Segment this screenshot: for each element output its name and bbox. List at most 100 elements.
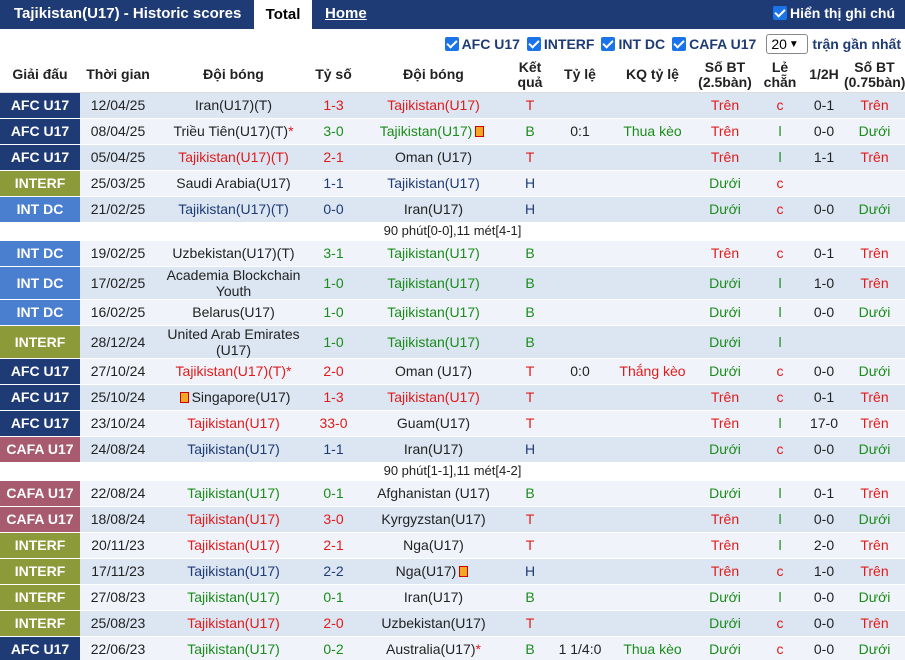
- match-score[interactable]: 1-0: [311, 325, 356, 359]
- table-row[interactable]: AFC U17 25/10/24 Singapore(U17) 1-3 Tajikist…: [0, 384, 905, 411]
- home-team[interactable]: Iran(U17)(T): [156, 92, 311, 119]
- league-badge[interactable]: INTERF: [0, 325, 80, 359]
- league-badge[interactable]: INT DC: [0, 240, 80, 267]
- home-team[interactable]: Tajikistan(U17): [156, 436, 311, 463]
- table-row[interactable]: AFC U17 23/10/24 Tajikistan(U17) 33-0 Guam(U…: [0, 410, 905, 437]
- away-team[interactable]: Iran(U17): [356, 196, 511, 223]
- league-badge[interactable]: AFC U17: [0, 144, 80, 171]
- table-row[interactable]: AFC U17 22/06/23 Tajikistan(U17) 0-2 Austral…: [0, 636, 905, 660]
- match-score[interactable]: 2-0: [311, 358, 356, 385]
- away-team[interactable]: Australia(U17)*: [356, 636, 511, 660]
- league-badge[interactable]: INTERF: [0, 610, 80, 637]
- home-team[interactable]: Tajikistan(U17)(T): [156, 196, 311, 223]
- match-score[interactable]: 1-0: [311, 299, 356, 326]
- home-team[interactable]: Tajikistan(U17)(T)*: [156, 358, 311, 385]
- away-team[interactable]: Afghanistan (U17): [356, 480, 511, 507]
- table-row[interactable]: CAFA U17 24/08/24 Tajikistan(U17) 1-1 Iran(U…: [0, 436, 905, 463]
- league-badge[interactable]: CAFA U17: [0, 506, 80, 533]
- table-row[interactable]: AFC U17 27/10/24 Tajikistan(U17)(T)* 2-0 Oma…: [0, 358, 905, 385]
- table-row[interactable]: INT DC 21/02/25 Tajikistan(U17)(T) 0-0 Iran(…: [0, 196, 905, 223]
- league-badge[interactable]: AFC U17: [0, 92, 80, 119]
- checkbox-icon[interactable]: [672, 37, 687, 51]
- table-row[interactable]: AFC U17 12/04/25 Iran(U17)(T) 1-3 Tajikistan…: [0, 92, 905, 119]
- match-score[interactable]: 3-0: [311, 118, 356, 145]
- home-team[interactable]: Tajikistan(U17): [156, 584, 311, 611]
- away-team[interactable]: Iran(U17): [356, 436, 511, 463]
- away-team[interactable]: Oman (U17): [356, 358, 511, 385]
- away-team[interactable]: Oman (U17): [356, 144, 511, 171]
- tab-total[interactable]: Total: [254, 0, 312, 29]
- away-team[interactable]: Nga(U17): [356, 532, 511, 559]
- match-score[interactable]: 33-0: [311, 410, 356, 437]
- match-score[interactable]: 1-1: [311, 436, 356, 463]
- match-score[interactable]: 2-0: [311, 610, 356, 637]
- away-team[interactable]: Tajikistan(U17): [356, 325, 511, 359]
- home-team[interactable]: Tajikistan(U17): [156, 506, 311, 533]
- table-row[interactable]: AFC U17 05/04/25 Tajikistan(U17)(T) 2-1 Oman…: [0, 144, 905, 171]
- home-team[interactable]: United Arab Emirates (U17): [156, 325, 311, 359]
- match-score[interactable]: 0-1: [311, 584, 356, 611]
- away-team[interactable]: Kyrgyzstan(U17): [356, 506, 511, 533]
- league-badge[interactable]: AFC U17: [0, 384, 80, 411]
- away-team[interactable]: Tajikistan(U17): [356, 266, 511, 300]
- checkbox-icon[interactable]: [526, 37, 541, 51]
- league-badge[interactable]: INT DC: [0, 266, 80, 300]
- home-team[interactable]: Belarus(U17): [156, 299, 311, 326]
- match-score[interactable]: 2-2: [311, 558, 356, 585]
- checkbox-icon[interactable]: [444, 37, 459, 51]
- home-team[interactable]: Saudi Arabia(U17): [156, 170, 311, 197]
- league-badge[interactable]: INTERF: [0, 584, 80, 611]
- home-team[interactable]: Uzbekistan(U17)(T): [156, 240, 311, 267]
- league-badge[interactable]: INTERF: [0, 558, 80, 585]
- show-notes-toggle[interactable]: Hiển thị ghi chú: [773, 5, 895, 21]
- home-team[interactable]: Tajikistan(U17): [156, 480, 311, 507]
- match-score[interactable]: 1-3: [311, 92, 356, 119]
- match-score[interactable]: 0-0: [311, 196, 356, 223]
- away-team[interactable]: Tajikistan(U17): [356, 240, 511, 267]
- filter-cafa[interactable]: CAFA U17: [672, 36, 756, 52]
- match-count-select[interactable]: 20 ▼: [766, 34, 809, 54]
- league-badge[interactable]: INTERF: [0, 170, 80, 197]
- table-row[interactable]: INT DC 17/02/25 Academia Blockchain Youth 1…: [0, 266, 905, 300]
- league-badge[interactable]: INTERF: [0, 532, 80, 559]
- table-row[interactable]: INTERF 25/08/23 Tajikistan(U17) 2-0 Uzbekist…: [0, 610, 905, 637]
- checkbox-icon[interactable]: [773, 6, 787, 20]
- home-team[interactable]: Tajikistan(U17): [156, 410, 311, 437]
- home-team[interactable]: Singapore(U17): [156, 384, 311, 411]
- table-row[interactable]: INTERF 20/11/23 Tajikistan(U17) 2-1 Nga(U17)…: [0, 532, 905, 559]
- filter-intdc[interactable]: INT DC: [601, 36, 665, 52]
- away-team[interactable]: Tajikistan(U17): [356, 170, 511, 197]
- table-row[interactable]: INTERF 25/03/25 Saudi Arabia(U17) 1-1 Tajiki…: [0, 170, 905, 197]
- table-row[interactable]: INT DC 19/02/25 Uzbekistan(U17)(T) 3-1 Tajik…: [0, 240, 905, 267]
- match-score[interactable]: 1-0: [311, 266, 356, 300]
- table-row[interactable]: INTERF 27/08/23 Tajikistan(U17) 0-1 Iran(U17…: [0, 584, 905, 611]
- league-badge[interactable]: INT DC: [0, 196, 80, 223]
- match-score[interactable]: 3-1: [311, 240, 356, 267]
- match-score[interactable]: 2-1: [311, 532, 356, 559]
- match-score[interactable]: 0-2: [311, 636, 356, 660]
- filter-afc[interactable]: AFC U17: [444, 36, 520, 52]
- league-badge[interactable]: AFC U17: [0, 410, 80, 437]
- match-score[interactable]: 2-1: [311, 144, 356, 171]
- home-team[interactable]: Academia Blockchain Youth: [156, 266, 311, 300]
- table-row[interactable]: INTERF 28/12/24 United Arab Emirates (U17)…: [0, 325, 905, 359]
- league-badge[interactable]: AFC U17: [0, 118, 80, 145]
- table-row[interactable]: AFC U17 08/04/25 Triều Tiên(U17)(T)* 3-0 Taj…: [0, 118, 905, 145]
- home-team[interactable]: Triều Tiên(U17)(T)*: [156, 118, 311, 145]
- home-team[interactable]: Tajikistan(U17)(T): [156, 144, 311, 171]
- away-team[interactable]: Tajikistan(U17): [356, 299, 511, 326]
- away-team[interactable]: Iran(U17): [356, 584, 511, 611]
- league-badge[interactable]: CAFA U17: [0, 480, 80, 507]
- away-team[interactable]: Tajikistan(U17): [356, 118, 511, 145]
- away-team[interactable]: Tajikistan(U17): [356, 384, 511, 411]
- table-row[interactable]: CAFA U17 18/08/24 Tajikistan(U17) 3-0 Kyrgyz…: [0, 506, 905, 533]
- match-score[interactable]: 0-1: [311, 480, 356, 507]
- home-team[interactable]: Tajikistan(U17): [156, 532, 311, 559]
- home-team[interactable]: Tajikistan(U17): [156, 558, 311, 585]
- table-row[interactable]: INT DC 16/02/25 Belarus(U17) 1-0 Tajikistan(…: [0, 299, 905, 326]
- home-team[interactable]: Tajikistan(U17): [156, 610, 311, 637]
- league-badge[interactable]: AFC U17: [0, 358, 80, 385]
- filter-interf[interactable]: INTERF: [526, 36, 594, 52]
- match-score[interactable]: 1-3: [311, 384, 356, 411]
- away-team[interactable]: Guam(U17): [356, 410, 511, 437]
